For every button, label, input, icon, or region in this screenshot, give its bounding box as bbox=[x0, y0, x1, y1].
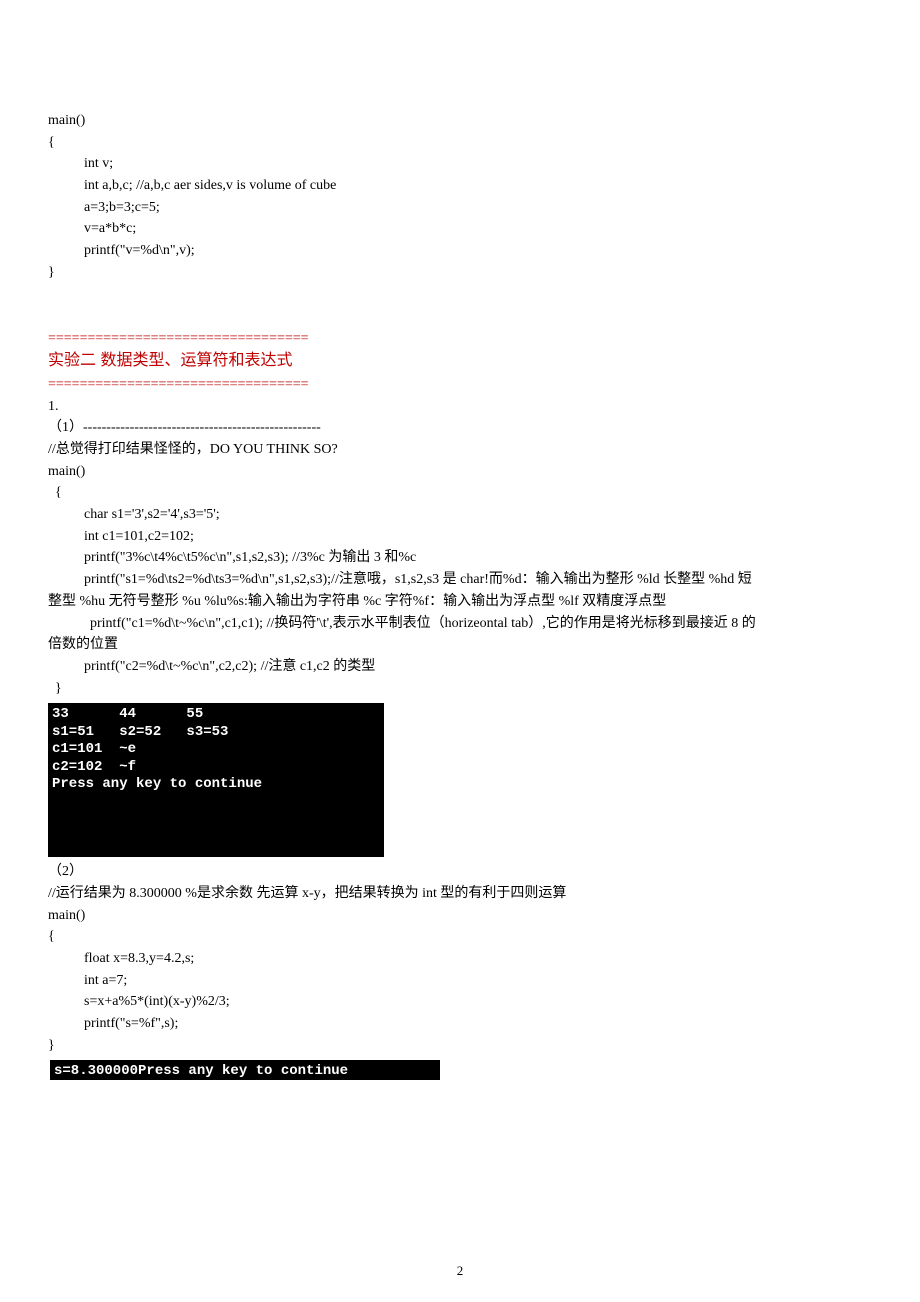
page-number: 2 bbox=[0, 1261, 920, 1282]
code-line: main() bbox=[48, 461, 872, 483]
subpart-2-lead: （2） bbox=[48, 861, 872, 883]
code-line: int a,b,c; //a,b,c aer sides,v is volume… bbox=[48, 175, 872, 197]
code-line: main() bbox=[48, 905, 872, 927]
code-line: int c1=101,c2=102; bbox=[48, 526, 872, 548]
document-page: main() { int v; int a,b,c; //a,b,c aer s… bbox=[0, 0, 920, 1302]
code-line-wrapped-cont: 整型 %hu 无符号整形 %u %lu%s:输入输出为字符串 %c 字符%f：输… bbox=[48, 591, 872, 613]
code-line: int a=7; bbox=[48, 970, 872, 992]
list-number: 1. bbox=[48, 396, 872, 418]
code-line-wrapped: printf("c1=%d\t~%c\n",c1,c1); //换码符'\t',… bbox=[48, 613, 872, 635]
spacer bbox=[48, 284, 872, 306]
code-line: char s1='3',s2='4',s3='5'; bbox=[48, 504, 872, 526]
subpart-1-dashes: ----------------------------------------… bbox=[83, 420, 321, 435]
code-line: printf("s=%f",s); bbox=[48, 1013, 872, 1035]
code-line: int v; bbox=[48, 153, 872, 175]
code-line: main() bbox=[48, 110, 872, 132]
code-line: { bbox=[48, 482, 872, 504]
comment-line: //总觉得打印结果怪怪的，DO YOU THINK SO? bbox=[48, 439, 872, 461]
code-line-wrapped: printf("s1=%d\ts2=%d\ts3=%d\n",s1,s2,s3)… bbox=[48, 569, 872, 591]
code-line: { bbox=[48, 926, 872, 948]
code-line: float x=8.3,y=4.2,s; bbox=[48, 948, 872, 970]
code-line: { bbox=[48, 132, 872, 154]
code-line: a=3;b=3;c=5; bbox=[48, 197, 872, 219]
code-line: } bbox=[48, 678, 872, 700]
code-line: printf("c2=%d\t~%c\n",c2,c2); //注意 c1,c2… bbox=[48, 656, 872, 678]
subpart-1: （1）-------------------------------------… bbox=[48, 417, 872, 439]
code-block-main: main() { int v; int a,b,c; //a,b,c aer s… bbox=[48, 110, 872, 284]
code-line: printf("3%c\t4%c\t5%c\n",s1,s2,s3); //3%… bbox=[48, 547, 872, 569]
code-line: s=x+a%5*(int)(x-y)%2/3; bbox=[48, 991, 872, 1013]
code-line-wrapped-cont: 倍数的位置 bbox=[48, 634, 872, 656]
spacer bbox=[48, 306, 872, 328]
code-line: v=a*b*c; bbox=[48, 218, 872, 240]
code-line: } bbox=[48, 262, 872, 284]
separator-red-top: ================================= bbox=[48, 328, 872, 350]
separator-red-bottom: ================================= bbox=[48, 374, 872, 396]
comment-line: //运行结果为 8.300000 %是求余数 先运算 x-y，把结果转换为 in… bbox=[48, 883, 872, 905]
console-output-1: 33 44 55 s1=51 s2=52 s3=53 c1=101 ~e c2=… bbox=[48, 703, 384, 857]
console-output-2: s=8.300000Press any key to continue bbox=[50, 1060, 440, 1080]
subpart-1-lead: （1） bbox=[48, 420, 83, 435]
section-title: 实验二 数据类型、运算符和表达式 bbox=[48, 349, 872, 374]
code-line: printf("v=%d\n",v); bbox=[48, 240, 872, 262]
code-line: } bbox=[48, 1035, 872, 1057]
